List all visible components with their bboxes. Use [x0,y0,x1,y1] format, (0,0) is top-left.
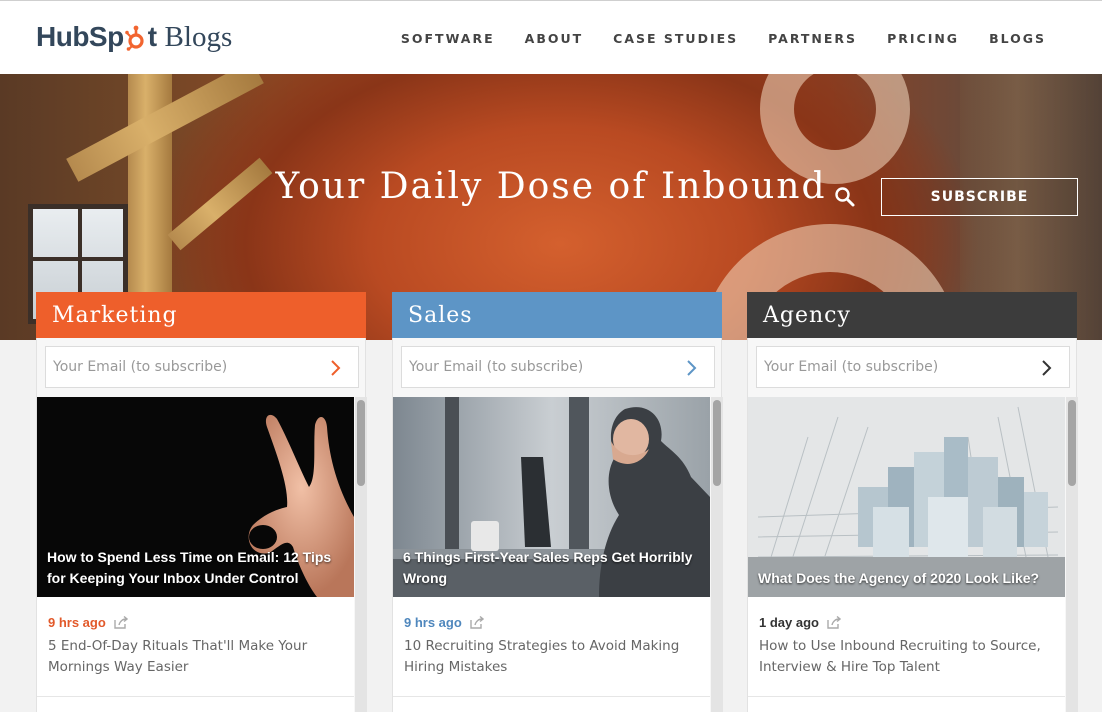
sprocket-icon [124,25,147,51]
main-nav: SOFTWARE ABOUT CASE STUDIES PARTNERS PRI… [371,31,1046,46]
blog-column-marketing: Marketing How to Spend Less Time on Emai… [36,292,367,712]
column-body: What Does the Agency of 2020 Look Like? … [747,338,1078,712]
column-body: How to Spend Less Time on Email: 12 Tips… [36,338,367,712]
featured-post-title: 6 Things First-Year Sales Reps Get Horri… [403,549,693,586]
column-heading[interactable]: Sales [392,292,722,338]
scrollbar[interactable] [711,397,723,712]
list-item[interactable]: 9 hrs ago 5 End-Of-Day Rituals That'll M… [37,597,354,697]
scrollbar[interactable] [1066,397,1078,712]
search-icon[interactable] [834,186,856,208]
post-time-text: 9 hrs ago [404,615,462,630]
post-timestamp: 9 hrs ago [48,615,343,630]
post-timestamp: 1 day ago [759,615,1054,630]
post-title[interactable]: 5 End-Of-Day Rituals That'll Make Your M… [48,636,343,678]
email-field[interactable] [53,359,323,375]
subscribe-email-box [756,346,1070,388]
column-body: 6 Things First-Year Sales Reps Get Horri… [392,338,723,712]
email-field[interactable] [409,359,679,375]
chevron-right-icon[interactable] [684,358,700,378]
logo-blogs-text: Blogs [164,20,233,53]
blog-column-sales: Sales Your Email (to subscribe) 6 Things… [392,292,723,712]
nav-software[interactable]: SOFTWARE [401,31,495,46]
featured-post-title: How to Spend Less Time on Email: 12 Tips… [47,549,332,586]
column-heading[interactable]: Marketing [36,292,366,338]
share-icon[interactable] [470,615,484,629]
scrollbar-thumb[interactable] [1068,400,1076,486]
post-time-text: 9 hrs ago [48,615,106,630]
post-title[interactable]: 10 Recruiting Strategies to Avoid Making… [404,636,699,678]
subscribe-button[interactable]: SUBSCRIBE [881,178,1078,216]
logo-wordmark-end: t [147,21,157,52]
post-timestamp: 9 hrs ago [404,615,699,630]
column-heading[interactable]: Agency [747,292,1077,338]
featured-post[interactable]: How to Spend Less Time on Email: 12 Tips… [37,397,354,597]
scrollbar[interactable] [355,397,367,712]
nav-pricing[interactable]: PRICING [887,31,959,46]
list-item[interactable]: 9 hrs ago 10 Recruiting Strategies to Av… [393,597,710,697]
nav-blogs[interactable]: BLOGS [989,31,1046,46]
next-post-placeholder [37,697,354,712]
share-icon[interactable] [827,615,842,629]
post-time-text: 1 day ago [759,615,819,630]
site-header: HubSp t Blogs SOFTWARE ABOUT CASE STUDIE… [0,0,1102,74]
blog-column-agency: Agency Your Email (to subscribe) What Do… [747,292,1078,712]
chevron-right-icon[interactable] [1039,358,1055,378]
post-title[interactable]: How to Use Inbound Recruiting to Source,… [759,636,1054,678]
chevron-right-icon[interactable] [328,358,344,378]
featured-post-image [748,397,1065,597]
logo-wordmark: HubSp [36,21,124,52]
list-item[interactable]: 1 day ago How to Use Inbound Recruiting … [748,597,1065,697]
hubspot-blogs-logo[interactable]: HubSp t Blogs [36,17,232,57]
nav-partners[interactable]: PARTNERS [768,31,857,46]
subscribe-email-box [45,346,359,388]
scrollbar-thumb[interactable] [357,400,365,486]
next-post-placeholder [748,697,1065,712]
featured-post-title: What Does the Agency of 2020 Look Like? [758,570,1040,586]
featured-post[interactable]: What Does the Agency of 2020 Look Like? [748,397,1065,597]
featured-post[interactable]: 6 Things First-Year Sales Reps Get Horri… [393,397,710,597]
scrollbar-thumb[interactable] [713,400,721,486]
nav-case-studies[interactable]: CASE STUDIES [613,31,738,46]
email-field[interactable] [764,359,1034,375]
share-icon[interactable] [114,615,128,629]
subscribe-email-box [401,346,715,388]
nav-about[interactable]: ABOUT [525,31,584,46]
next-post-placeholder [393,697,710,712]
